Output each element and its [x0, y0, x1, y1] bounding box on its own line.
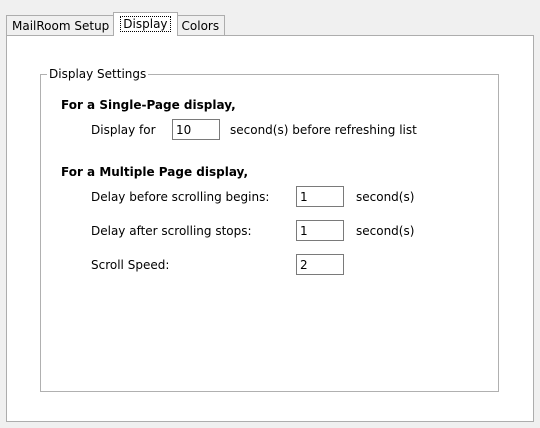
display-settings-group: Display Settings For a Single-Page displ… — [40, 66, 499, 392]
tab-display-label: Display — [120, 16, 171, 32]
delay-after-unit: second(s) — [356, 224, 415, 238]
delay-after-input[interactable] — [296, 220, 344, 241]
settings-window: MailRoom Setup Display Colors Display Se… — [0, 0, 540, 428]
tab-display[interactable]: Display — [113, 12, 178, 36]
display-for-input[interactable] — [172, 119, 220, 140]
display-for-label: Display for — [91, 123, 156, 137]
scroll-speed-label: Scroll Speed: — [91, 258, 170, 272]
tab-strip: MailRoom Setup Display Colors — [6, 12, 226, 36]
single-page-heading: For a Single-Page display, — [61, 98, 236, 112]
scroll-speed-input[interactable] — [296, 254, 344, 275]
tab-mailroom-setup[interactable]: MailRoom Setup — [6, 15, 116, 36]
display-tab-panel: Display Settings For a Single-Page displ… — [6, 35, 534, 422]
tab-colors-label: Colors — [181, 19, 220, 33]
display-for-suffix: second(s) before refreshing list — [230, 123, 417, 137]
multi-page-heading: For a Multiple Page display, — [61, 165, 248, 179]
display-settings-group-title: Display Settings — [47, 66, 149, 82]
delay-before-input[interactable] — [296, 186, 344, 207]
delay-before-unit: second(s) — [356, 190, 415, 204]
delay-after-label: Delay after scrolling stops: — [91, 224, 252, 238]
tab-mailroom-setup-label: MailRoom Setup — [12, 19, 110, 33]
tab-colors[interactable]: Colors — [175, 15, 226, 36]
delay-before-label: Delay before scrolling begins: — [91, 190, 270, 204]
